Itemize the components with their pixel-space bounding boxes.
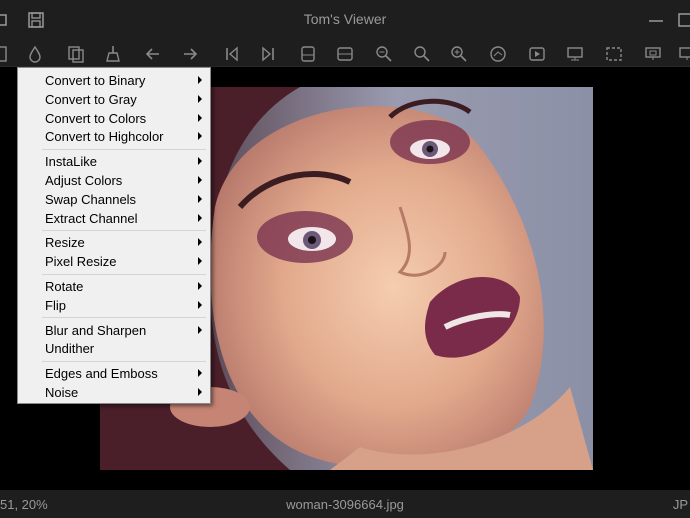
submenu-arrow-icon [198, 132, 202, 141]
menu-item[interactable]: Edges and Emboss [18, 364, 210, 383]
menu-item-label: Resize [45, 235, 85, 251]
menu-item[interactable]: Adjust Colors [18, 171, 210, 190]
zoom-out-icon[interactable] [374, 44, 394, 64]
menu-item[interactable]: Convert to Colors [18, 109, 210, 128]
menu-item[interactable]: Convert to Binary [18, 71, 210, 90]
submenu-arrow-icon [198, 94, 202, 103]
submenu-arrow-icon [198, 282, 202, 290]
menu-item-label: Extract Channel [45, 210, 138, 226]
menu-item[interactable]: Pixel Resize [18, 252, 210, 271]
menu-item-label: Pixel Resize [45, 254, 117, 270]
menu-item-label: Adjust Colors [45, 173, 123, 188]
status-bar: 51, 20% woman-3096664.jpg JP [0, 490, 690, 518]
menu-item[interactable]: Noise [18, 383, 210, 402]
zoom-fit-icon[interactable] [412, 44, 432, 64]
submenu-arrow-icon [198, 176, 202, 184]
menu-item-label: Blur and Sharpen [45, 322, 147, 338]
menu-item[interactable]: Resize [18, 233, 210, 252]
first-icon[interactable] [222, 44, 242, 64]
menu-item[interactable]: Flip [18, 296, 210, 315]
zoom-in-icon[interactable] [449, 44, 469, 64]
menu-item[interactable]: Swap Channels [18, 190, 210, 209]
maximize-icon[interactable] [677, 11, 690, 29]
submenu-arrow-icon [198, 257, 202, 266]
menu-item[interactable]: InstaLike [18, 152, 210, 171]
menu-item-label: Convert to Colors [45, 110, 147, 126]
submenu-arrow-icon [198, 213, 202, 222]
menu-item-label: Rotate [45, 279, 84, 294]
minimize-icon[interactable] [647, 11, 665, 29]
flip-horizontal-icon[interactable] [298, 44, 318, 64]
menu-item[interactable]: Convert to Highcolor [18, 127, 210, 146]
menu-item[interactable]: Rotate [18, 277, 210, 296]
panel-icon[interactable] [0, 44, 10, 64]
context-menu: Convert to Binary Convert to Gray Convert … [17, 67, 211, 404]
copy-icon[interactable] [66, 44, 86, 64]
submenu-arrow-icon [198, 300, 202, 309]
window-title: Tom's Viewer [303, 11, 387, 27]
submenu-arrow-icon [198, 157, 202, 166]
more-icon[interactable] [677, 44, 690, 64]
menu-separator [42, 148, 206, 150]
submenu-arrow-icon [198, 194, 202, 203]
submenu-arrow-icon [198, 369, 202, 378]
submenu-arrow-icon [198, 325, 202, 334]
menu-separator [42, 229, 206, 231]
submenu-arrow-icon [198, 76, 202, 84]
menu-item-label: InstaLike [45, 154, 98, 170]
menu-item-label: Undither [45, 341, 95, 357]
menu-item[interactable]: Blur and Sharpen [18, 321, 210, 340]
submenu-arrow-icon [198, 113, 202, 122]
menu-item[interactable]: Extract Channel [18, 209, 210, 228]
format-status: JP [672, 497, 688, 512]
submenu-arrow-icon [198, 388, 202, 396]
menu-item-label: Convert to Binary [45, 73, 146, 88]
menu-item-label: Noise [45, 385, 79, 400]
menu-item-label: Convert to Highcolor [45, 129, 164, 145]
menu-separator [42, 317, 206, 319]
slideshow-icon[interactable] [527, 44, 547, 64]
menu-item-label: Swap Channels [45, 191, 137, 207]
palette-icon[interactable] [488, 44, 508, 64]
monitor-icon[interactable] [565, 44, 585, 64]
menu-separator [42, 273, 206, 275]
arrow-left-icon[interactable] [143, 44, 163, 64]
menu-item-label: Flip [45, 297, 66, 313]
menu-item[interactable]: Undither [18, 339, 210, 358]
flip-vertical-icon[interactable] [335, 44, 355, 64]
file-name: woman-3096664.jpg [286, 497, 404, 512]
submenu-arrow-icon [198, 238, 202, 247]
menu-item-label: Edges and Emboss [45, 366, 158, 382]
menu-separator [42, 360, 206, 362]
title-bar: Tom's Viewer [0, 0, 690, 40]
last-icon[interactable] [258, 44, 278, 64]
menu-item[interactable]: Convert to Gray [18, 90, 210, 109]
broom-icon[interactable] [103, 44, 123, 64]
menu-item-label: Convert to Gray [45, 91, 137, 107]
color-drop-icon[interactable] [25, 44, 45, 64]
window-icon[interactable] [643, 44, 663, 64]
toolbar [0, 40, 690, 67]
crop-icon[interactable] [604, 44, 624, 64]
arrow-right-icon[interactable] [180, 44, 200, 64]
